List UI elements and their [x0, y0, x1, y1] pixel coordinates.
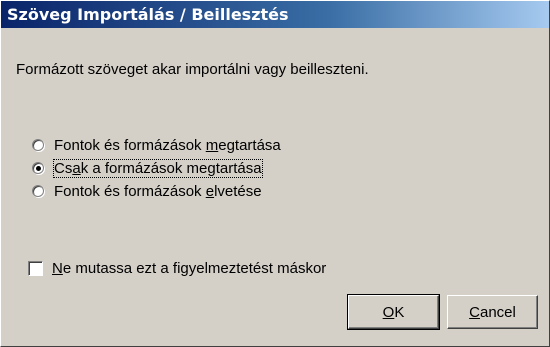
- radio-dot-icon: [36, 166, 41, 171]
- dont-show-again-row[interactable]: Ne mutassa ezt a figyelmeztetést máskor: [28, 256, 326, 280]
- dialog-title: Szöveg Importálás / Beillesztés: [1, 1, 549, 28]
- radio-button[interactable]: [32, 139, 44, 151]
- radio-button[interactable]: [32, 185, 44, 197]
- dont-show-again-checkbox[interactable]: [28, 260, 43, 276]
- option-discard-fonts-and-formatting[interactable]: Fontok és formázások elvetése: [32, 180, 262, 202]
- option-label: Csak a formázások megtartása: [53, 158, 263, 178]
- option-keep-formatting-only[interactable]: Csak a formázások megtartása: [32, 157, 263, 179]
- option-label: Fontok és formázások megtartása: [54, 136, 281, 154]
- dialog-message: Formázott szöveget akar importálni vagy …: [16, 61, 369, 78]
- ok-button[interactable]: OK: [347, 294, 440, 330]
- cancel-button-label: Cancel: [469, 303, 516, 321]
- radio-button-selected[interactable]: [32, 162, 44, 174]
- text-import-dialog: Szöveg Importálás / Beillesztés Formázot…: [0, 0, 550, 347]
- cancel-button[interactable]: Cancel: [447, 295, 538, 329]
- option-label: Fontok és formázások elvetése: [54, 182, 262, 200]
- checkbox-label: Ne mutassa ezt a figyelmeztetést máskor: [52, 259, 327, 277]
- ok-button-label: OK: [382, 303, 405, 321]
- option-keep-fonts-and-formatting[interactable]: Fontok és formázások megtartása: [32, 134, 281, 156]
